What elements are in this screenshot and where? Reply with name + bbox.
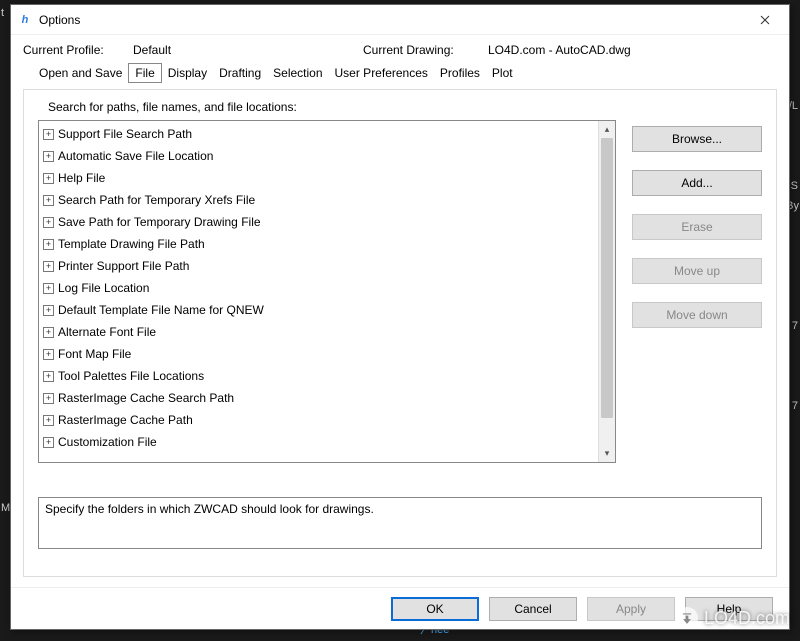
move-down-button[interactable]: Move down [632, 302, 762, 328]
tree-item-label: Help File [58, 171, 105, 185]
tree-item[interactable]: + Log File Location [39, 277, 598, 299]
scroll-down-icon[interactable]: ▾ [599, 445, 615, 462]
close-button[interactable] [747, 8, 783, 32]
expand-icon[interactable]: + [43, 173, 54, 184]
tree-item[interactable]: + Save Path for Temporary Drawing File [39, 211, 598, 233]
window-title: Options [39, 13, 747, 27]
close-icon [760, 15, 770, 25]
dialog-button-row: OK Cancel Apply Help [11, 587, 789, 629]
expand-icon[interactable]: + [43, 261, 54, 272]
help-button[interactable]: Help [685, 597, 773, 621]
header-info-row: Current Profile: Default Current Drawing… [23, 43, 777, 57]
erase-button[interactable]: Erase [632, 214, 762, 240]
tab-profiles[interactable]: Profiles [434, 63, 486, 83]
tree-item-label: Default Template File Name for QNEW [58, 303, 264, 317]
move-up-button[interactable]: Move up [632, 258, 762, 284]
tab-file[interactable]: File [128, 63, 161, 83]
tab-user-preferences[interactable]: User Preferences [329, 63, 434, 83]
scrollbar[interactable]: ▴ ▾ [598, 121, 615, 462]
titlebar: h Options [11, 5, 789, 35]
tree-item[interactable]: + Support File Search Path [39, 123, 598, 145]
tree-item[interactable]: + Automatic Save File Location [39, 145, 598, 167]
browse-button[interactable]: Browse... [632, 126, 762, 152]
tree-item[interactable]: + Help File [39, 167, 598, 189]
tree-item-label: Automatic Save File Location [58, 149, 213, 163]
scroll-up-icon[interactable]: ▴ [599, 121, 615, 138]
tree-item[interactable]: + Tool Palettes File Locations [39, 365, 598, 387]
tree-item-label: RasterImage Cache Search Path [58, 391, 234, 405]
tree-item-label: Customization File [58, 435, 157, 449]
tree-item[interactable]: + Printer Support File Path [39, 255, 598, 277]
ok-button[interactable]: OK [391, 597, 479, 621]
tab-drafting[interactable]: Drafting [213, 63, 267, 83]
expand-icon[interactable]: + [43, 283, 54, 294]
expand-icon[interactable]: + [43, 327, 54, 338]
tree-item[interactable]: + Search Path for Temporary Xrefs File [39, 189, 598, 211]
tab-selection[interactable]: Selection [267, 63, 328, 83]
file-panel: Search for paths, file names, and file l… [23, 89, 777, 577]
description-text: Specify the folders in which ZWCAD shoul… [45, 502, 374, 516]
cancel-button[interactable]: Cancel [489, 597, 577, 621]
tree-item[interactable]: + Template Drawing File Path [39, 233, 598, 255]
profile-value: Default [133, 43, 363, 57]
add-button[interactable]: Add... [632, 170, 762, 196]
app-icon: h [17, 12, 33, 28]
tree-item-label: Font Map File [58, 347, 131, 361]
tab-strip: Open and Save File Display Drafting Sele… [33, 63, 777, 83]
tab-open-and-save[interactable]: Open and Save [33, 63, 128, 83]
tab-plot[interactable]: Plot [486, 63, 519, 83]
tree-item-label: Log File Location [58, 281, 149, 295]
tree-item-label: Support File Search Path [58, 127, 192, 141]
panel-heading: Search for paths, file names, and file l… [48, 100, 762, 114]
bg-text: t [1, 7, 4, 19]
expand-icon[interactable]: + [43, 305, 54, 316]
tree-item-label: Printer Support File Path [58, 259, 189, 273]
expand-icon[interactable]: + [43, 217, 54, 228]
bg-text: /L [789, 100, 798, 112]
scroll-thumb[interactable] [601, 138, 613, 418]
bg-text: 7 [792, 400, 798, 412]
tree-item[interactable]: + Alternate Font File [39, 321, 598, 343]
path-tree[interactable]: + Support File Search Path + Automatic Save… [38, 120, 616, 463]
tree-item-label: Template Drawing File Path [58, 237, 205, 251]
expand-icon[interactable]: + [43, 415, 54, 426]
expand-icon[interactable]: + [43, 239, 54, 250]
tree-item[interactable]: + Customization File [39, 431, 598, 453]
side-button-column: Browse... Add... Erase Move up Move down [632, 120, 762, 463]
tree-item[interactable]: + RasterImage Cache Search Path [39, 387, 598, 409]
description-box: Specify the folders in which ZWCAD shoul… [38, 497, 762, 549]
bg-text: S [791, 180, 798, 192]
bg-text: M [1, 502, 10, 514]
bg-text: 7 [792, 320, 798, 332]
expand-icon[interactable]: + [43, 437, 54, 448]
tree-item-label: Tool Palettes File Locations [58, 369, 204, 383]
tree-item-label: Alternate Font File [58, 325, 156, 339]
tree-item-label: Save Path for Temporary Drawing File [58, 215, 261, 229]
expand-icon[interactable]: + [43, 371, 54, 382]
tree-item[interactable]: + RasterImage Cache Path [39, 409, 598, 431]
expand-icon[interactable]: + [43, 195, 54, 206]
expand-icon[interactable]: + [43, 349, 54, 360]
tree-item[interactable]: + Font Map File [39, 343, 598, 365]
drawing-label: Current Drawing: [363, 43, 488, 57]
tree-item-label: Search Path for Temporary Xrefs File [58, 193, 255, 207]
tab-display[interactable]: Display [162, 63, 213, 83]
expand-icon[interactable]: + [43, 393, 54, 404]
apply-button[interactable]: Apply [587, 597, 675, 621]
expand-icon[interactable]: + [43, 151, 54, 162]
tree-item-label: RasterImage Cache Path [58, 413, 193, 427]
tree-item[interactable]: + Default Template File Name for QNEW [39, 299, 598, 321]
drawing-value: LO4D.com - AutoCAD.dwg [488, 43, 631, 57]
profile-label: Current Profile: [23, 43, 133, 57]
expand-icon[interactable]: + [43, 129, 54, 140]
options-dialog: h Options Current Profile: Default Curre… [10, 4, 790, 630]
